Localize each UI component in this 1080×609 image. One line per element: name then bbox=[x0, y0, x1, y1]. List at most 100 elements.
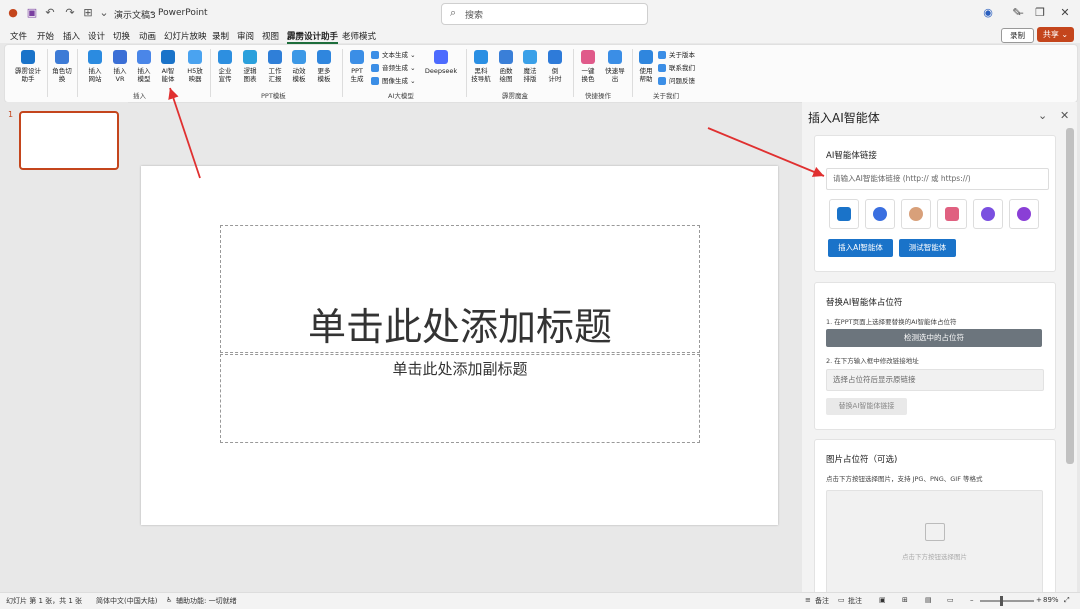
tab-view[interactable]: 视图 bbox=[262, 30, 279, 42]
ribbon-button-motion-template[interactable]: 动效 模板 bbox=[288, 50, 310, 83]
notes-button[interactable]: 备注 bbox=[815, 596, 829, 606]
tab-teacher-mode[interactable]: 老师模式 bbox=[342, 30, 376, 42]
pane-close-icon[interactable]: ✕ bbox=[1060, 109, 1069, 122]
ribbon-item-text-gen[interactable]: 文本生成 ⌄ bbox=[371, 49, 416, 59]
agent-option[interactable] bbox=[1009, 199, 1039, 229]
fit-to-window-icon[interactable]: ⤢ bbox=[1064, 596, 1070, 605]
tab-insert[interactable]: 插入 bbox=[63, 30, 80, 42]
ribbon-button-h5-player[interactable]: H5放 映器 bbox=[183, 50, 207, 83]
tab-design-assistant[interactable]: 霹雳设计助手 bbox=[287, 30, 339, 44]
group-label-ai-models: AI大模型 bbox=[388, 92, 414, 100]
agent-option[interactable] bbox=[829, 199, 859, 229]
agent-option[interactable] bbox=[901, 199, 931, 229]
ribbon-item-image-gen[interactable]: 图像生成 ⌄ bbox=[371, 75, 416, 85]
tab-home[interactable]: 开始 bbox=[37, 30, 54, 42]
agent-link-input[interactable]: 请输入AI智能体链接 (http:// 或 https://) bbox=[826, 168, 1049, 190]
zoom-out-icon[interactable]: – bbox=[970, 596, 974, 604]
ribbon-button-model[interactable]: 插入 模型 bbox=[133, 50, 155, 83]
agent-logo-icon bbox=[909, 207, 923, 221]
ppt-generate-icon bbox=[350, 50, 364, 64]
comments-button[interactable]: 批注 bbox=[848, 596, 862, 606]
zoom-in-icon[interactable]: + bbox=[1036, 596, 1042, 604]
subtitle-placeholder[interactable]: 单击此处添加副标题 bbox=[220, 354, 700, 443]
tab-file[interactable]: 文件 bbox=[10, 30, 27, 42]
insert-agent-button[interactable]: 插入AI智能体 bbox=[828, 239, 893, 257]
ribbon-button-report[interactable]: 工作 汇报 bbox=[264, 50, 286, 83]
ribbon-button-ai-agent[interactable]: AI智 能体 bbox=[157, 50, 179, 83]
ribbon-button-label: 更多 模板 bbox=[317, 67, 331, 83]
restore-button[interactable]: ❐ bbox=[1031, 4, 1049, 22]
tab-design[interactable]: 设计 bbox=[88, 30, 105, 42]
ribbon-button-more-templates[interactable]: 更多 模板 bbox=[313, 50, 335, 83]
ribbon-button-function-plot[interactable]: 函数 绘图 bbox=[495, 50, 517, 83]
zoom-slider-thumb[interactable] bbox=[1000, 596, 1003, 606]
function-plot-icon bbox=[499, 50, 513, 64]
quick-access-icon[interactable]: ⊞ bbox=[81, 6, 95, 20]
detect-placeholder-button[interactable]: 检测选中的占位符 bbox=[826, 329, 1042, 347]
accessibility-status[interactable]: 辅助功能: 一切就绪 bbox=[176, 596, 237, 606]
ribbon-item-audio-gen[interactable]: 音频生成 ⌄ bbox=[371, 62, 416, 72]
undo-icon[interactable]: ↶ bbox=[43, 6, 57, 20]
tab-animations[interactable]: 动画 bbox=[139, 30, 156, 42]
ribbon-button-magic-layout[interactable]: 魔法 排版 bbox=[519, 50, 541, 83]
ribbon-button-countdown[interactable]: 倒 计时 bbox=[544, 50, 566, 83]
ribbon-separator bbox=[466, 49, 467, 97]
sorter-view-icon[interactable]: ⊞ bbox=[902, 596, 908, 604]
image-upload-area[interactable]: 点击下方按钮选择图片 bbox=[826, 490, 1043, 595]
replace-link-button[interactable]: 替换AI智能体链接 bbox=[826, 398, 907, 415]
ribbon-button-role-switch[interactable]: 角色切 换 bbox=[50, 50, 74, 83]
ribbon-button-deepseek[interactable]: Deepseek bbox=[423, 50, 459, 75]
zoom-slider[interactable] bbox=[980, 600, 1034, 602]
zoom-level[interactable]: 89% bbox=[1043, 596, 1059, 604]
ribbon-button-export[interactable]: 快速导 出 bbox=[602, 50, 628, 83]
ribbon-item-feedback[interactable]: 问题反馈 bbox=[658, 75, 695, 85]
ribbon-button-label: 霹雳设计 助手 bbox=[15, 67, 41, 83]
ribbon-button-recolor[interactable]: 一键 换色 bbox=[577, 50, 599, 83]
ribbon-button-label: H5放 映器 bbox=[187, 67, 203, 83]
ribbon-button-enterprise[interactable]: 企业 宣传 bbox=[214, 50, 236, 83]
close-button[interactable]: ✕ bbox=[1056, 4, 1074, 22]
tab-record[interactable]: 录制 bbox=[212, 30, 229, 42]
record-button[interactable]: 录制 bbox=[1001, 28, 1034, 43]
save-icon[interactable]: ▣ bbox=[25, 6, 39, 20]
ribbon-separator bbox=[47, 49, 48, 97]
account-icon[interactable]: ◉ bbox=[979, 4, 997, 22]
share-button[interactable]: 共享 ⌄ bbox=[1037, 27, 1074, 42]
slide-thumbnail[interactable] bbox=[19, 111, 119, 170]
pane-scrollbar[interactable] bbox=[1066, 128, 1074, 464]
ribbon-button-ppt-generate[interactable]: PPT 生成 bbox=[346, 50, 368, 83]
slideshow-view-icon[interactable]: ▭ bbox=[947, 596, 954, 604]
replace-step-1: 1. 在PPT页面上选择要替换的AI智能体占位符 bbox=[826, 318, 957, 326]
ribbon-button-assistant[interactable]: 霹雳设计 助手 bbox=[13, 50, 43, 83]
reading-view-icon[interactable]: ▤ bbox=[925, 596, 932, 604]
ribbon-button-navigation[interactable]: 黑科 技导航 bbox=[469, 50, 493, 83]
original-link-field[interactable]: 选择占位符后显示原链接 bbox=[826, 369, 1044, 391]
agent-option[interactable] bbox=[865, 199, 895, 229]
report-icon bbox=[268, 50, 282, 64]
tab-slideshow[interactable]: 幻灯片放映 bbox=[164, 30, 207, 42]
feedback-icon bbox=[658, 77, 666, 85]
pane-options-icon[interactable]: ⌄ bbox=[1038, 109, 1047, 122]
ribbon-button-vr[interactable]: 插入 VR bbox=[109, 50, 131, 83]
vr-icon bbox=[113, 50, 127, 64]
tab-transitions[interactable]: 切换 bbox=[113, 30, 130, 42]
redo-icon[interactable]: ↷ bbox=[63, 6, 77, 20]
normal-view-icon[interactable]: ▣ bbox=[879, 596, 886, 604]
search-box[interactable]: ⌕ 搜索 bbox=[441, 3, 648, 25]
ribbon-item-contact[interactable]: 联系我们 bbox=[658, 62, 695, 72]
slide-canvas[interactable]: 单击此处添加标题 单击此处添加副标题 bbox=[141, 166, 778, 525]
minimize-button[interactable]: – bbox=[1012, 4, 1030, 22]
agent-option[interactable] bbox=[937, 199, 967, 229]
test-agent-button[interactable]: 测试智能体 bbox=[899, 239, 956, 257]
ribbon-item-version[interactable]: 关于版本 bbox=[658, 49, 695, 59]
agent-option[interactable] bbox=[973, 199, 1003, 229]
ribbon-button-label: 倒 计时 bbox=[548, 67, 562, 83]
group-label-shortcuts: 快捷操作 bbox=[585, 92, 611, 100]
ribbon-button-help[interactable]: 使用 帮助 bbox=[635, 50, 657, 83]
title-placeholder[interactable]: 单击此处添加标题 bbox=[220, 225, 700, 353]
customize-qa-icon[interactable]: ⌄ bbox=[97, 6, 111, 20]
ribbon-button-web[interactable]: 插入 网站 bbox=[84, 50, 106, 83]
language[interactable]: 简体中文(中国大陆) bbox=[96, 596, 157, 606]
tab-review[interactable]: 审阅 bbox=[237, 30, 254, 42]
ribbon-button-logic-chart[interactable]: 逻辑 图表 bbox=[239, 50, 261, 83]
